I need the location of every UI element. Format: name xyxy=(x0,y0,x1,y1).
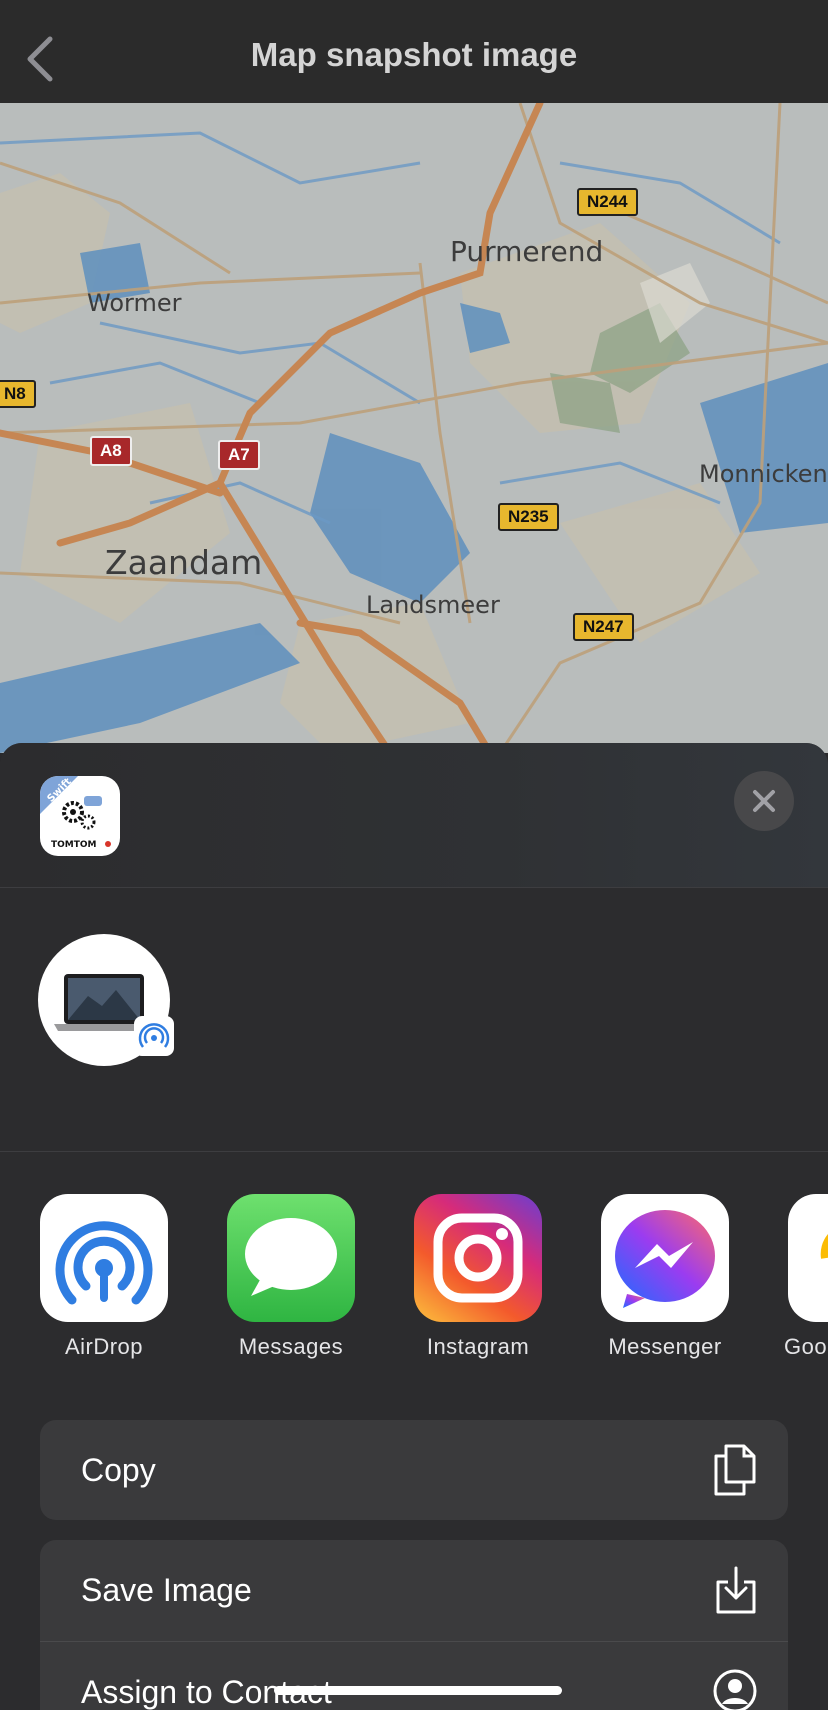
road-shield-n244: N244 xyxy=(577,188,638,216)
save-image-label: Save Image xyxy=(81,1572,252,1608)
copy-icon xyxy=(714,1444,756,1496)
messenger-icon xyxy=(601,1194,729,1322)
map-label-wormer: Wormer xyxy=(87,289,182,317)
share-app-airdrop[interactable]: AirDrop xyxy=(40,1194,168,1360)
road-shield-n247: N247 xyxy=(573,613,634,641)
copy-label: Copy xyxy=(81,1452,156,1488)
map-label-purmerend: Purmerend xyxy=(450,235,604,268)
road-shield-n8: N8 xyxy=(0,380,36,408)
share-app-label: Messages xyxy=(238,1334,344,1359)
map-label-zaandam: Zaandam xyxy=(105,543,263,582)
navigation-bar: Map snapshot image xyxy=(0,0,828,103)
share-sheet: Swift TOMTOM AirDrop Messages Instagram … xyxy=(0,743,828,1710)
airdrop-devices-row xyxy=(0,888,828,1152)
google-icon xyxy=(788,1194,828,1322)
tomtom-app-icon: Swift TOMTOM xyxy=(40,776,120,856)
share-app-label: AirDrop xyxy=(64,1334,144,1359)
share-app-messages[interactable]: Messages xyxy=(227,1194,355,1360)
airdrop-badge xyxy=(134,1016,174,1056)
road-shield-a7: A7 xyxy=(218,440,260,470)
svg-text:TOMTOM: TOMTOM xyxy=(51,840,97,850)
assign-to-contact-action[interactable]: Assign to Contact xyxy=(40,1642,788,1710)
map-snapshot: Purmerend Wormer Zaandam Landsmeer Monni… xyxy=(0,103,828,753)
road-shield-a8: A8 xyxy=(90,436,132,466)
save-icon xyxy=(716,1566,756,1614)
share-app-label: Messenger xyxy=(608,1334,722,1359)
map-label-monnickendam: Monnickend xyxy=(699,460,828,488)
close-icon xyxy=(753,790,775,812)
contact-icon xyxy=(713,1669,757,1710)
close-button[interactable] xyxy=(734,771,794,831)
copy-action[interactable]: Copy xyxy=(40,1420,788,1520)
share-sheet-header: Swift TOMTOM xyxy=(0,743,828,888)
road-shield-n235: N235 xyxy=(498,503,559,531)
share-apps-row: AirDrop Messages Instagram Messenger Goo xyxy=(0,1152,828,1387)
instagram-icon xyxy=(414,1194,542,1322)
share-app-label: Instagram xyxy=(426,1334,530,1359)
airdrop-icon xyxy=(138,1023,170,1048)
share-app-label: Goo xyxy=(784,1334,828,1359)
home-indicator[interactable] xyxy=(274,1686,562,1695)
save-image-action[interactable]: Save Image xyxy=(40,1540,788,1642)
share-app-instagram[interactable]: Instagram xyxy=(414,1194,542,1360)
airdrop-icon xyxy=(40,1194,168,1322)
share-app-messenger[interactable]: Messenger xyxy=(601,1194,729,1360)
map-label-landsmeer: Landsmeer xyxy=(366,591,500,619)
messages-icon xyxy=(227,1194,355,1322)
page-title: Map snapshot image xyxy=(250,36,578,73)
share-app-google[interactable]: Goo xyxy=(784,1194,828,1360)
gears-icon: Swift TOMTOM xyxy=(40,776,111,850)
